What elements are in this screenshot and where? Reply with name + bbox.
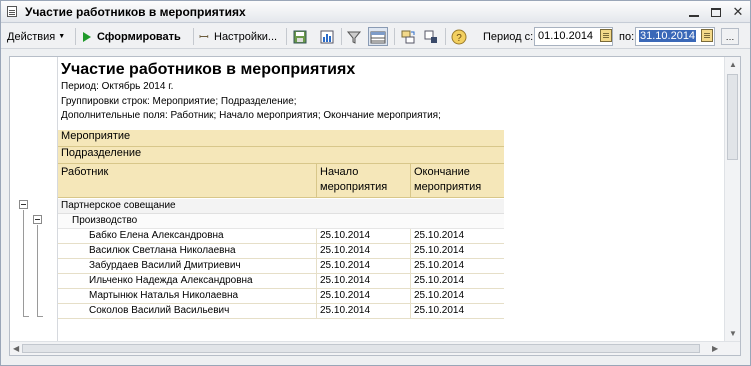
collapse-department-icon[interactable] [33, 215, 42, 224]
report-grouping: Группировки строк: Мероприятие; Подразде… [61, 96, 297, 107]
group-department-label: Производство [72, 215, 138, 226]
maximize-button[interactable] [708, 4, 724, 20]
more-icon: … [725, 31, 735, 42]
header-employee: Работник [58, 164, 316, 197]
scroll-down-icon[interactable]: ▼ [729, 329, 737, 338]
table-layout-icon [370, 31, 386, 43]
start-date-cell: 25.10.2014 [316, 229, 410, 244]
header-start: Начало мероприятия [316, 164, 410, 197]
save-report-icon [293, 30, 307, 43]
start-date-cell: 25.10.2014 [316, 304, 410, 319]
header-event-label: Мероприятие [61, 130, 131, 142]
collapse-groups-button[interactable] [423, 27, 439, 46]
title-bar[interactable]: Участие работников в мероприятиях ✕ [1, 1, 750, 23]
report-fields: Дополнительные поля: Работник; Начало ме… [61, 110, 441, 121]
calendar-from-icon[interactable] [600, 29, 612, 42]
help-button[interactable]: ? [451, 27, 467, 46]
table-row[interactable]: Василюк Светлана Николаевна 25.10.2014 2… [58, 244, 504, 259]
toolbar: Действия ▼ Сформировать ꟷ Настройки... ?… [1, 24, 750, 49]
table-row[interactable]: Бабко Елена Александровна 25.10.2014 25.… [58, 229, 504, 244]
table-row[interactable]: Мартынюк Наталья Николаевна 25.10.2014 2… [58, 289, 504, 304]
header-event: Мероприятие [58, 130, 504, 147]
group-event-label: Партнерское совещание [61, 200, 176, 211]
end-date-cell: 25.10.2014 [410, 289, 504, 304]
window-title: Участие работников в мероприятиях [25, 5, 246, 19]
outline-gutter [10, 57, 58, 341]
period-from-value: 01.10.2014 [538, 30, 594, 42]
chart-icon [320, 30, 334, 43]
end-date-cell: 25.10.2014 [410, 274, 504, 289]
svg-text:?: ? [456, 33, 462, 44]
period-to-label: по: [619, 31, 635, 43]
scroll-right-icon[interactable]: ▶ [712, 344, 718, 353]
horizontal-scrollbar[interactable]: ◀ ▶ [10, 341, 740, 355]
help-icon: ? [451, 29, 467, 44]
report-title: Участие работников в мероприятиях [61, 61, 356, 78]
period-from-label: Период с: [483, 31, 534, 43]
period-select-button[interactable]: … [721, 28, 739, 45]
scroll-left-icon[interactable]: ◀ [13, 344, 19, 353]
group-row-department[interactable]: Производство [58, 214, 504, 229]
employee-cell: Забурдаев Василий Дмитриевич [89, 260, 241, 271]
end-date-cell: 25.10.2014 [410, 259, 504, 274]
header-columns: Работник Начало мероприятия Окончание ме… [58, 164, 504, 198]
header-department: Подразделение [58, 147, 504, 164]
chart-button[interactable] [319, 27, 335, 46]
show-header-toggle[interactable] [368, 27, 388, 46]
start-date-cell: 25.10.2014 [316, 259, 410, 274]
expand-groups-icon [401, 30, 415, 43]
expand-groups-button[interactable] [400, 27, 416, 46]
actions-menu-button[interactable]: Действия ▼ [7, 27, 65, 46]
scroll-up-icon[interactable]: ▲ [729, 60, 737, 69]
employee-cell: Мартынюк Наталья Николаевна [89, 290, 239, 301]
save-report-button[interactable] [292, 27, 308, 46]
end-date-cell: 25.10.2014 [410, 229, 504, 244]
dropdown-arrow-icon: ▼ [58, 33, 66, 40]
settings-button[interactable]: ꟷ Настройки... [199, 27, 277, 46]
end-date-cell: 25.10.2014 [410, 304, 504, 319]
employee-cell: Ильченко Надежда Александровна [89, 275, 253, 286]
report-period: Период: Октябрь 2014 г. [61, 81, 174, 92]
wrench-icon: ꟷ [199, 30, 209, 44]
generate-label: Сформировать [97, 30, 181, 43]
start-date-cell: 25.10.2014 [316, 244, 410, 259]
vertical-scrollbar[interactable]: ▲ ▼ [724, 57, 740, 341]
report-window: Участие работников в мероприятиях ✕ Дейс… [0, 0, 751, 366]
generate-button[interactable]: Сформировать [83, 27, 181, 46]
group-row-event[interactable]: Партнерское совещание [58, 199, 504, 214]
employee-cell: Соколов Василий Васильевич [89, 305, 230, 316]
employee-cell: Бабко Елена Александровна [89, 230, 224, 241]
close-button[interactable]: ✕ [730, 4, 746, 20]
table-row[interactable]: Ильченко Надежда Александровна 25.10.201… [58, 274, 504, 289]
employee-cell: Василюк Светлана Николаевна [89, 245, 236, 256]
actions-label: Действия [7, 30, 56, 43]
table-row[interactable]: Забурдаев Василий Дмитриевич 25.10.2014 … [58, 259, 504, 274]
filter-button[interactable] [346, 27, 362, 46]
filter-icon [346, 31, 362, 44]
header-start-line2: мероприятия [320, 181, 388, 193]
header-employee-label: Работник [61, 166, 109, 178]
settings-label: Настройки... [214, 30, 278, 43]
collapse-event-icon[interactable] [19, 200, 28, 209]
report-area[interactable]: Участие работников в мероприятиях Период… [9, 56, 741, 356]
start-date-cell: 25.10.2014 [316, 274, 410, 289]
collapse-groups-icon [424, 30, 437, 43]
horizontal-scroll-thumb[interactable] [22, 344, 700, 353]
play-icon [83, 31, 91, 42]
header-end-line1: Окончание [414, 166, 470, 178]
table-row[interactable]: Соколов Василий Васильевич 25.10.2014 25… [58, 304, 504, 319]
end-date-cell: 25.10.2014 [410, 244, 504, 259]
header-end-line2: мероприятия [414, 181, 482, 193]
vertical-scroll-thumb[interactable] [727, 74, 738, 160]
header-start-line1: Начало [320, 166, 359, 178]
start-date-cell: 25.10.2014 [316, 289, 410, 304]
minimize-button[interactable] [686, 4, 702, 20]
calendar-to-icon[interactable] [701, 29, 713, 42]
maximize-icon [711, 7, 721, 17]
header-department-label: Подразделение [61, 147, 142, 159]
header-end: Окончание мероприятия [410, 164, 504, 197]
minimize-icon [689, 15, 699, 17]
period-to-value: 31.10.2014 [639, 30, 697, 42]
document-icon [7, 6, 17, 17]
